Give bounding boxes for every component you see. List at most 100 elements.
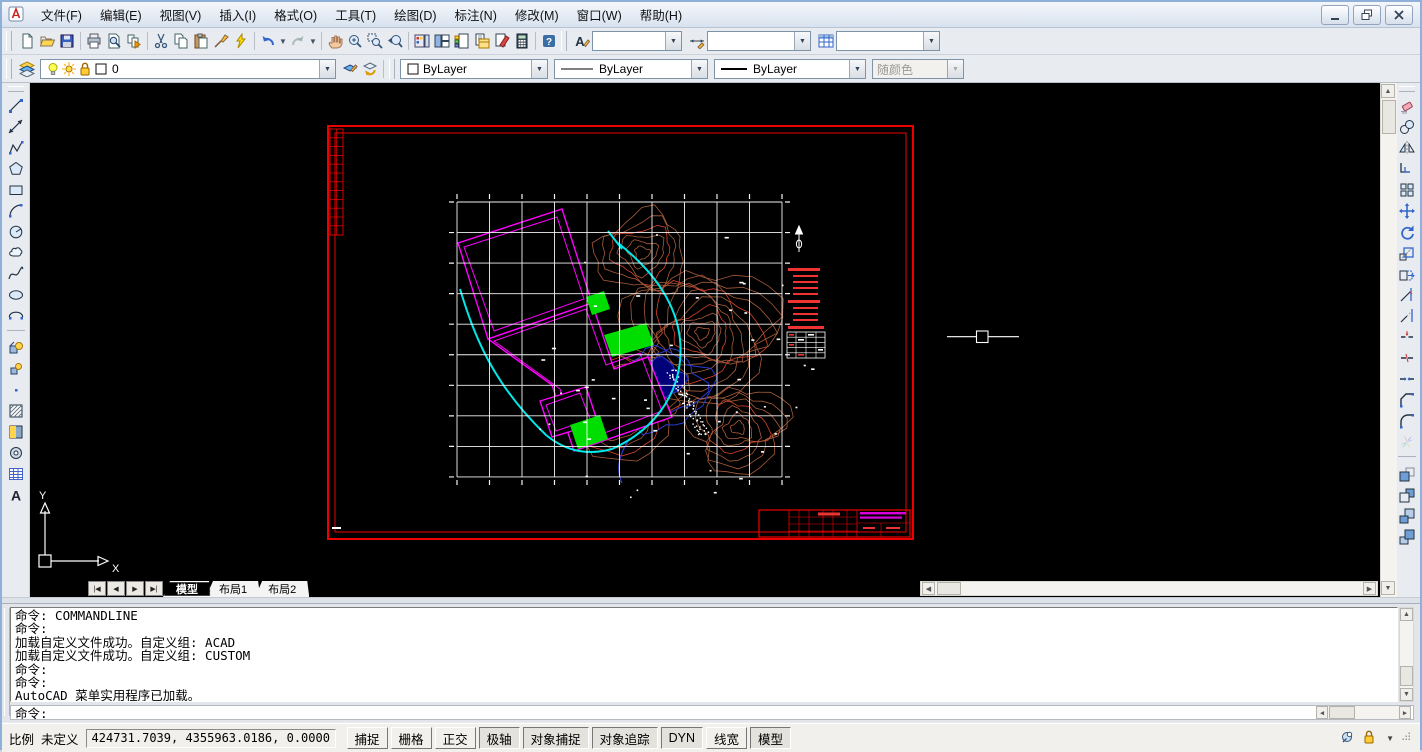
copy-object-button[interactable] bbox=[1396, 116, 1417, 137]
mtext-button[interactable]: A bbox=[5, 484, 26, 505]
scroll-right-button[interactable]: ▶ bbox=[1363, 582, 1376, 595]
spline-button[interactable] bbox=[5, 263, 26, 284]
toggle-对象追踪[interactable]: 对象追踪 bbox=[592, 727, 658, 749]
arc-button[interactable] bbox=[5, 200, 26, 221]
undo-button[interactable] bbox=[258, 31, 278, 51]
command-scroll-thumb[interactable] bbox=[1400, 666, 1413, 686]
close-button[interactable] bbox=[1385, 5, 1413, 25]
new-button[interactable] bbox=[17, 31, 37, 51]
cut-button[interactable] bbox=[151, 31, 171, 51]
chevron-down-icon[interactable]: ▼ bbox=[691, 60, 707, 78]
menu-item[interactable]: 编辑(E) bbox=[91, 2, 151, 27]
linetype-combo[interactable]: ByLayer ▼ bbox=[554, 59, 708, 79]
text-style-button[interactable]: A bbox=[572, 31, 592, 51]
menu-item[interactable]: 工具(T) bbox=[326, 2, 385, 27]
rectangle-button[interactable] bbox=[5, 179, 26, 200]
zoom-realtime-button[interactable] bbox=[345, 31, 365, 51]
layer-freeze-icon[interactable] bbox=[61, 61, 77, 77]
tool-palettes-button[interactable] bbox=[452, 31, 472, 51]
move-button[interactable] bbox=[1396, 200, 1417, 221]
chevron-down-icon[interactable]: ▼ bbox=[308, 37, 318, 46]
zoom-previous-button[interactable] bbox=[385, 31, 405, 51]
match-properties-button[interactable] bbox=[211, 31, 231, 51]
ellipse-button[interactable] bbox=[5, 284, 26, 305]
layer-on-icon[interactable] bbox=[45, 61, 61, 77]
pan-button[interactable] bbox=[325, 31, 345, 51]
tab-prev-button[interactable]: ◀ bbox=[107, 581, 125, 596]
dim-style-combo[interactable]: ▼ bbox=[707, 31, 811, 51]
offset-button[interactable] bbox=[1396, 158, 1417, 179]
polyline-button[interactable] bbox=[5, 137, 26, 158]
toggle-栅格[interactable]: 栅格 bbox=[391, 727, 432, 749]
table-style-combo[interactable]: ▼ bbox=[836, 31, 940, 51]
sheetset-manager-button[interactable] bbox=[472, 31, 492, 51]
insert-block-button[interactable] bbox=[5, 337, 26, 358]
block-editor-button[interactable] bbox=[231, 31, 251, 51]
layer-lock-icon[interactable] bbox=[77, 61, 93, 77]
join-button[interactable] bbox=[1396, 368, 1417, 389]
draworder-under-button[interactable] bbox=[1396, 526, 1417, 547]
break-at-point-button[interactable] bbox=[1396, 326, 1417, 347]
horizontal-scroll-thumb[interactable] bbox=[937, 582, 961, 595]
menu-item[interactable]: 绘图(D) bbox=[385, 2, 445, 27]
vertical-scrollbar[interactable]: ▲ ▼ bbox=[1380, 83, 1397, 597]
toggle-对象捕捉[interactable]: 对象捕捉 bbox=[523, 727, 589, 749]
help-button[interactable]: ? bbox=[539, 31, 559, 51]
drawing-canvas[interactable]: Y X bbox=[30, 83, 1380, 580]
break-button[interactable] bbox=[1396, 347, 1417, 368]
chevron-down-icon[interactable]: ▼ bbox=[531, 60, 547, 78]
layer-combo[interactable]: 0 ▼ bbox=[40, 59, 336, 79]
save-button[interactable] bbox=[57, 31, 77, 51]
chevron-down-icon[interactable]: ▼ bbox=[923, 32, 939, 50]
stretch-button[interactable] bbox=[1396, 263, 1417, 284]
horizontal-scrollbar[interactable]: ◀ ▶ bbox=[920, 581, 1378, 596]
color-combo[interactable]: ByLayer ▼ bbox=[400, 59, 548, 79]
table-style-button[interactable] bbox=[816, 31, 836, 51]
menu-item[interactable]: 标注(N) bbox=[446, 2, 506, 27]
toolbar-grip[interactable] bbox=[561, 31, 567, 51]
rotate-button[interactable] bbox=[1396, 221, 1417, 242]
toolbar-grip[interactable] bbox=[8, 86, 24, 92]
erase-button[interactable] bbox=[1396, 95, 1417, 116]
tab-first-button[interactable]: |◀ bbox=[88, 581, 106, 596]
toolbar-grip[interactable] bbox=[6, 59, 12, 79]
designcenter-button[interactable] bbox=[432, 31, 452, 51]
toggle-极轴[interactable]: 极轴 bbox=[479, 727, 520, 749]
layer-color-swatch[interactable] bbox=[93, 61, 109, 77]
plot-button[interactable] bbox=[84, 31, 104, 51]
chevron-down-icon[interactable]: ▼ bbox=[665, 32, 681, 50]
quickcalc-button[interactable] bbox=[512, 31, 532, 51]
dim-style-button[interactable] bbox=[687, 31, 707, 51]
command-hscroll-thumb[interactable] bbox=[1329, 706, 1355, 719]
menu-item[interactable]: 窗口(W) bbox=[568, 2, 631, 27]
chamfer-button[interactable] bbox=[1396, 389, 1417, 410]
toolbar-lock-icon[interactable] bbox=[1361, 729, 1379, 747]
toolbar-grip[interactable] bbox=[1399, 86, 1415, 92]
make-block-button[interactable] bbox=[5, 358, 26, 379]
redo-button[interactable] bbox=[288, 31, 308, 51]
chevron-down-icon[interactable]: ▼ bbox=[278, 37, 288, 46]
toggle-线宽[interactable]: 线宽 bbox=[706, 727, 747, 749]
tab-layout1[interactable]: 布局1 bbox=[206, 581, 260, 597]
menu-item[interactable]: 视图(V) bbox=[151, 2, 211, 27]
text-style-combo[interactable]: ▼ bbox=[592, 31, 682, 51]
extend-button[interactable] bbox=[1396, 305, 1417, 326]
copy-button[interactable] bbox=[171, 31, 191, 51]
layer-manager-button[interactable] bbox=[17, 59, 37, 79]
plot-preview-button[interactable] bbox=[104, 31, 124, 51]
mirror-button[interactable] bbox=[1396, 137, 1417, 158]
draworder-front-button[interactable] bbox=[1396, 463, 1417, 484]
menu-item[interactable]: 帮助(H) bbox=[631, 2, 691, 27]
menu-item[interactable]: 格式(O) bbox=[265, 2, 326, 27]
scroll-up-button[interactable]: ▲ bbox=[1381, 84, 1395, 98]
tab-next-button[interactable]: ▶ bbox=[126, 581, 144, 596]
fillet-button[interactable] bbox=[1396, 410, 1417, 431]
menu-item[interactable]: 插入(I) bbox=[210, 2, 265, 27]
construction-line-button[interactable] bbox=[5, 116, 26, 137]
scroll-up-button[interactable]: ▲ bbox=[1400, 608, 1413, 621]
line-button[interactable] bbox=[5, 95, 26, 116]
ellipse-arc-button[interactable] bbox=[5, 305, 26, 326]
circle-button[interactable] bbox=[5, 221, 26, 242]
publish-button[interactable] bbox=[124, 31, 144, 51]
scale-button[interactable] bbox=[1396, 242, 1417, 263]
